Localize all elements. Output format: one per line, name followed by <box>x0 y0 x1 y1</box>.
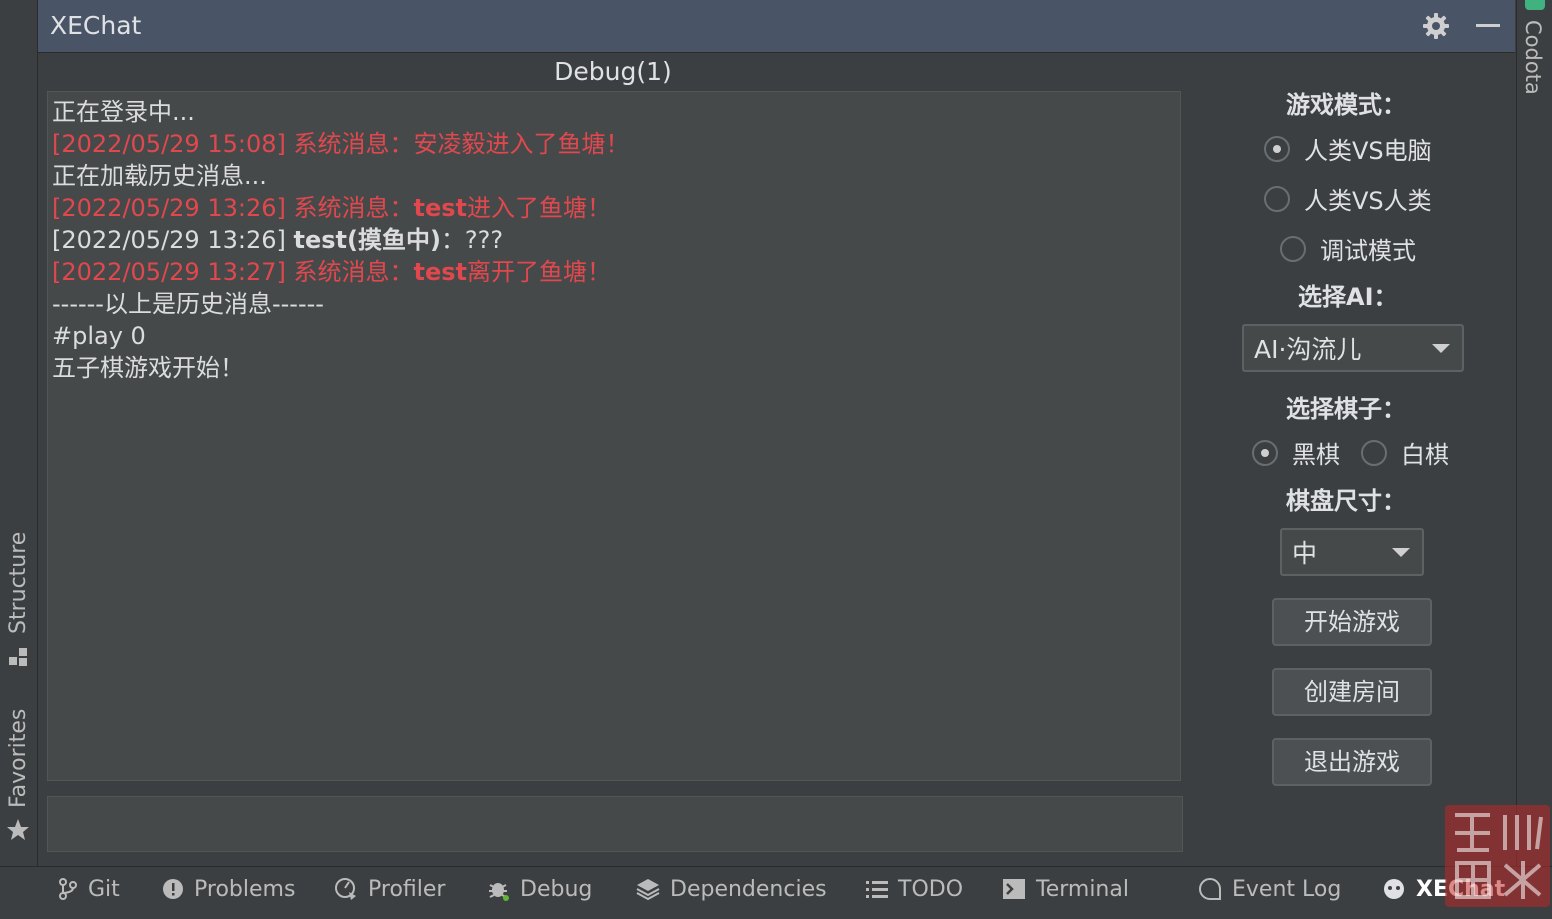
left-tool-strip: Structure Favorites <box>0 0 38 866</box>
codota-icon <box>1525 0 1545 10</box>
tab-terminal[interactable]: Terminal <box>1002 873 1129 905</box>
exit-game-button[interactable]: 退出游戏 <box>1272 738 1432 786</box>
git-branch-icon <box>58 878 78 900</box>
message-line: [2022/05/29 13:27] 系统消息：test离开了鱼塘！ <box>52 256 1176 288</box>
codota-tab[interactable]: Codota <box>1521 20 1545 95</box>
terminal-icon <box>1002 878 1026 900</box>
tab-label: Debug <box>520 876 593 902</box>
tab-label: Event Log <box>1232 876 1342 902</box>
tab-dependencies[interactable]: Dependencies <box>636 873 827 905</box>
watermark-seal <box>1445 805 1550 907</box>
chevron-down-icon <box>1392 548 1410 557</box>
message-user: test(摸鱼中) <box>293 226 441 254</box>
game-panel: 游戏模式： 人类VS电脑 人类VS人类 调试模式 选择AI： AI·沟流儿 选择… <box>1188 53 1515 865</box>
layers-icon <box>636 877 660 901</box>
create-room-button[interactable]: 创建房间 <box>1272 668 1432 716</box>
message-line: 正在登录中... <box>52 98 195 126</box>
message-time: [2022/05/29 13:26] <box>52 194 294 222</box>
warning-icon <box>162 878 184 900</box>
structure-icon <box>9 648 27 670</box>
tab-git[interactable]: Git <box>58 873 120 905</box>
ai-select-value: AI·沟流儿 <box>1254 335 1362 364</box>
message-line: 五子棋游戏开始！ <box>52 354 244 382</box>
message-line: [2022/05/29 15:08] 系统消息：安凌毅进入了鱼塘！ <box>52 130 630 158</box>
piece-option-black[interactable]: 黑棋 <box>1252 435 1340 470</box>
message-line: 正在加载历史消息... <box>52 162 267 190</box>
tab-label: Git <box>88 876 120 902</box>
ai-select[interactable]: AI·沟流儿 <box>1242 324 1464 372</box>
speech-bubble-icon <box>1198 877 1222 901</box>
tab-label: Terminal <box>1036 876 1129 902</box>
radio-unchecked <box>1264 185 1290 212</box>
message-prefix: 系统消息： <box>293 258 414 286</box>
bottom-tool-bar: Git Problems Profiler Debug Dependencies… <box>0 866 1552 911</box>
message-time: [2022/05/29 13:26] <box>52 226 294 254</box>
radio-unchecked <box>1280 235 1306 262</box>
mode-option-label: 人类VS人类 <box>1304 187 1432 215</box>
message-user: test <box>413 258 467 286</box>
gear-icon[interactable] <box>1422 12 1450 44</box>
structure-tab[interactable]: Structure <box>6 532 31 634</box>
mode-option-label: 人类VS电脑 <box>1304 137 1432 165</box>
minimize-icon[interactable] <box>1476 24 1500 27</box>
message-user: test <box>413 194 467 222</box>
piece-option-white[interactable]: 白棋 <box>1361 435 1449 470</box>
room-title: Debug(1) <box>554 57 672 86</box>
tab-label: TODO <box>898 876 964 902</box>
piece-option-label: 黑棋 <box>1292 441 1340 469</box>
message-input[interactable] <box>47 796 1183 852</box>
xechat-icon <box>1382 877 1406 901</box>
message-area[interactable]: 正在登录中... [2022/05/29 15:08] 系统消息：安凌毅进入了鱼… <box>47 91 1181 781</box>
chevron-down-icon <box>1432 344 1450 353</box>
start-game-button[interactable]: 开始游戏 <box>1272 598 1432 646</box>
codota-label: Codota <box>1521 20 1545 95</box>
tab-label: Profiler <box>368 876 446 902</box>
main-area: Debug(1) 正在登录中... [2022/05/29 15:08] 系统消… <box>38 53 1515 865</box>
board-size-select[interactable]: 中 <box>1280 528 1424 576</box>
window-title: XEChat <box>50 11 142 40</box>
ai-label: 选择AI： <box>1298 283 1398 311</box>
tab-event-log[interactable]: Event Log <box>1198 873 1341 905</box>
radio-checked <box>1264 135 1290 162</box>
mode-option-label: 调试模式 <box>1320 237 1416 265</box>
bug-icon <box>486 877 510 901</box>
tab-todo[interactable]: TODO <box>866 873 963 905</box>
tool-window-title-bar: XEChat <box>38 0 1515 53</box>
tab-profiler[interactable]: Profiler <box>334 873 445 905</box>
mode-option-hvc[interactable]: 人类VS电脑 <box>1264 131 1432 166</box>
message-line: #play 0 <box>52 322 146 350</box>
board-size-value: 中 <box>1292 539 1318 568</box>
tab-label: Dependencies <box>670 876 827 902</box>
message-line: [2022/05/29 13:26] 系统消息：test进入了鱼塘！ <box>52 192 1176 224</box>
tab-debug[interactable]: Debug <box>486 873 592 905</box>
message-text: 进入了鱼塘！ <box>467 194 611 222</box>
right-tool-strip: Codota <box>1516 0 1552 866</box>
star-icon <box>6 818 30 846</box>
message-line: [2022/05/29 13:26] test(摸鱼中)：??? <box>52 224 1176 256</box>
radio-checked <box>1252 439 1278 466</box>
board-size-label: 棋盘尺寸： <box>1286 487 1406 515</box>
favorites-tab[interactable]: Favorites <box>6 709 31 808</box>
structure-label: Structure <box>6 531 31 634</box>
profiler-icon <box>334 877 358 901</box>
message-prefix: 系统消息： <box>293 194 414 222</box>
mode-option-hvh[interactable]: 人类VS人类 <box>1264 181 1432 216</box>
tab-label: Problems <box>194 876 296 902</box>
piece-option-label: 白棋 <box>1401 441 1449 469</box>
radio-unchecked <box>1361 439 1387 466</box>
list-icon <box>866 879 888 899</box>
tab-problems[interactable]: Problems <box>162 873 295 905</box>
favorites-label: Favorites <box>6 708 31 808</box>
message-time: [2022/05/29 13:27] <box>52 258 294 286</box>
message-text: ：??? <box>440 226 504 254</box>
game-mode-label: 游戏模式： <box>1286 91 1406 119</box>
mode-option-debug[interactable]: 调试模式 <box>1280 231 1416 266</box>
message-line: ------以上是历史消息------ <box>52 290 324 318</box>
message-text: 离开了鱼塘！ <box>467 258 611 286</box>
piece-label: 选择棋子： <box>1286 395 1406 423</box>
